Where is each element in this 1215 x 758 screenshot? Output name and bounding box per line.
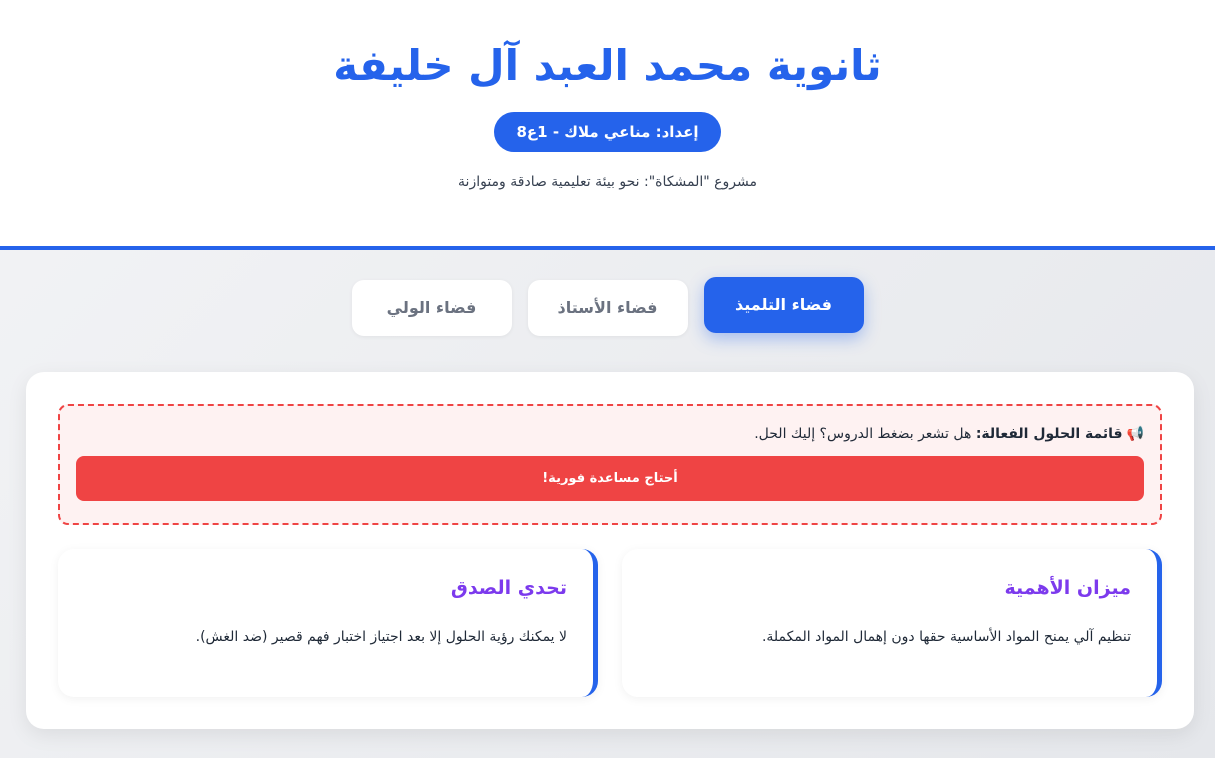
tab-student[interactable]: فضاء التلميذ <box>703 277 864 333</box>
alert-text: 📢قائمة الحلول الفعالة: هل تشعر بضغط الدر… <box>76 426 1144 442</box>
card-text: لا يمكنك رؤية الحلول إلا بعد اجتياز اختب… <box>195 629 567 645</box>
feature-cards: ميزان الأهمية تنظيم آلي يمنح المواد الأس… <box>58 549 1162 697</box>
tab-parent[interactable]: فضاء الولي <box>351 280 512 336</box>
urgent-help-button[interactable]: أحتاج مساعدة فورية! <box>76 456 1144 501</box>
megaphone-icon: 📢 <box>1126 426 1144 442</box>
project-subtitle: مشروع "المشكاة": نحو بيئة تعليمية صادقة … <box>458 174 757 190</box>
feature-card-importance: ميزان الأهمية تنظيم آلي يمنح المواد الأس… <box>622 549 1162 697</box>
alert-heading: قائمة الحلول الفعالة: <box>975 426 1123 442</box>
card-text: تنظيم آلي يمنح المواد الأساسية حقها دون … <box>761 629 1131 645</box>
card-title: ميزان الأهمية <box>1004 577 1131 599</box>
solutions-alert: 📢قائمة الحلول الفعالة: هل تشعر بضغط الدر… <box>58 404 1162 525</box>
alert-message: هل تشعر بضغط الدروس؟ إليك الحل. <box>754 426 972 442</box>
page-title: ثانوية محمد العبد آل خليفة <box>333 41 882 90</box>
tab-teacher[interactable]: فضاء الأستاذ <box>527 280 688 336</box>
page-header: ثانوية محمد العبد آل خليفة إعداد: مناعي … <box>0 0 1215 250</box>
card-title: تحدي الصدق <box>450 577 567 599</box>
feature-card-honesty: تحدي الصدق لا يمكنك رؤية الحلول إلا بعد … <box>58 549 598 697</box>
space-tabs: فضاء التلميذ فضاء الأستاذ فضاء الولي <box>0 277 1215 336</box>
content-panel: 📢قائمة الحلول الفعالة: هل تشعر بضغط الدر… <box>26 372 1194 729</box>
author-badge: إعداد: مناعي ملاك - 1ع8 <box>494 112 721 152</box>
